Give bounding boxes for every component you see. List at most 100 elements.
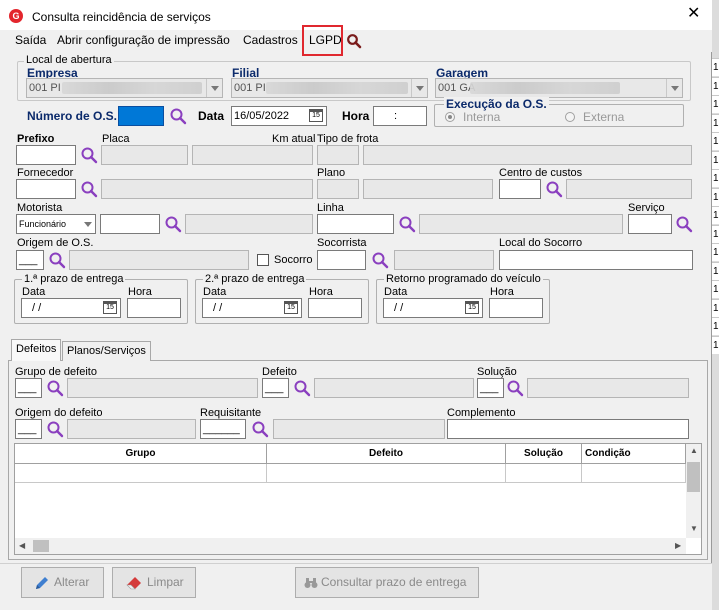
km-atual-input [192,145,313,165]
retorno-calendar-icon[interactable]: 15 [465,301,479,314]
garagem-redacted [470,82,620,94]
tipo-frota-label: Tipo de frota [317,133,379,145]
fornecedor-search-icon[interactable] [80,180,98,198]
scroll-right-icon[interactable]: ▶ [675,541,681,550]
socorrista-input[interactable] [317,250,366,270]
defeitos-grid: Grupo Defeito Solução Condição ▲ ▼ ◀ ▶ [14,443,702,555]
origem-os-label: Origem de O.S. [17,237,94,249]
origem-os-input[interactable]: ___ [16,250,44,270]
grid-cell-grupo[interactable] [15,464,267,483]
motorista-chevron-down-icon[interactable] [80,215,95,233]
retorno-hora-input[interactable] [489,298,543,318]
scroll-left-icon[interactable]: ◀ [19,541,25,550]
column-header-solucao[interactable]: Solução [506,444,582,464]
servico-label: Serviço [628,202,665,214]
numero-os-search-icon[interactable] [169,107,187,125]
background-row: 1 [712,317,719,335]
externa-radio[interactable] [565,112,575,122]
grid-cell-defeito[interactable] [267,464,506,483]
requisitante-desc-input [273,419,445,439]
filial-value: 001 PI [234,82,266,94]
linha-desc-input [419,214,623,234]
solucao-input[interactable]: ___ [477,378,504,398]
column-header-defeito[interactable]: Defeito [267,444,506,464]
column-header-condicao[interactable]: Condição [582,444,686,464]
servico-search-icon[interactable] [675,215,693,233]
centro-custos-search-icon[interactable] [545,180,563,198]
limpar-button[interactable]: Limpar [112,567,196,598]
grupo-defeito-input[interactable]: ___ [15,378,42,398]
grid-cell-condicao[interactable] [582,464,686,483]
tipo-frota-code-input [317,145,359,165]
background-row: 1 [712,206,719,224]
complemento-input[interactable] [447,419,689,439]
centro-custos-input[interactable] [499,179,541,199]
menu-saida[interactable]: Saída [15,33,46,47]
linha-input[interactable] [317,214,394,234]
prazo2-hora-label: Hora [309,286,333,298]
column-header-grupo[interactable]: Grupo [15,444,267,464]
origem-os-search-icon[interactable] [48,251,66,269]
consultar-prazo-button[interactable]: Consultar prazo de entrega [295,567,479,598]
solucao-search-icon[interactable] [506,379,524,397]
placa-label: Placa [102,133,130,145]
hora-label: Hora [342,109,370,123]
defeito-input[interactable]: ___ [262,378,289,398]
prazo1-hora-input[interactable] [127,298,181,318]
scroll-down-icon[interactable]: ▼ [690,524,698,533]
prefixo-input[interactable] [16,145,76,165]
motorista-search-icon[interactable] [164,215,182,233]
prefixo-label: Prefixo [17,133,55,145]
grid-hscroll-thumb[interactable] [33,540,49,552]
tab-planos-servicos[interactable]: Planos/Serviços [62,341,151,361]
consultar-prazo-label: Consultar prazo de entrega [321,575,467,589]
hora-input[interactable]: : [373,106,427,126]
grid-cell-solucao[interactable] [506,464,582,483]
fornecedor-input[interactable] [16,179,76,199]
servico-input[interactable] [628,214,672,234]
requisitante-search-icon[interactable] [251,420,269,438]
socorro-checkbox[interactable] [257,254,269,266]
menu-search-icon[interactable] [346,33,362,49]
linha-search-icon[interactable] [398,215,416,233]
prefixo-search-icon[interactable] [80,146,98,164]
numero-os-input[interactable] [118,106,164,126]
grid-horizontal-scrollbar[interactable] [15,538,686,554]
hora-value: : [394,110,398,122]
defeito-search-icon[interactable] [293,379,311,397]
grupo-defeito-search-icon[interactable] [46,379,64,397]
interna-radio[interactable] [445,112,455,122]
retorno-data-value: / / [394,302,404,314]
grid-scroll-thumb[interactable] [687,462,700,492]
centro-custos-desc-input [566,179,692,199]
centro-custos-label: Centro de custos [499,167,583,179]
origem-os-value: ___ [19,254,38,266]
background-row: 1 [712,76,719,95]
prazo1-calendar-icon[interactable]: 15 [103,301,117,314]
prazo2-calendar-icon[interactable]: 15 [284,301,298,314]
alterar-button[interactable]: Alterar [21,567,104,598]
plano-label: Plano [317,167,346,179]
socorrista-search-icon[interactable] [371,251,389,269]
origem-defeito-search-icon[interactable] [46,420,64,438]
close-icon[interactable]: ✕ [687,6,700,22]
requisitante-input[interactable]: ______ [200,419,246,439]
motorista-desc-input [185,214,313,234]
socorrista-label: Socorrista [317,237,367,249]
origem-defeito-input[interactable]: ___ [15,419,42,439]
scroll-up-icon[interactable]: ▲ [690,446,698,455]
prazo2-hora-input[interactable] [308,298,362,318]
menu-print-config[interactable]: Abrir configuração de impressão [57,33,230,47]
retorno-data-label: Data [384,286,408,298]
data-label: Data [198,109,225,123]
menu-cadastros[interactable]: Cadastros [243,33,298,47]
empresa-chevron-down-icon[interactable] [206,79,222,97]
background-row: 1 [712,335,719,354]
tab-defeitos[interactable]: Defeitos [11,339,61,361]
data-calendar-icon[interactable]: 15 [309,109,323,122]
motorista-input[interactable] [100,214,160,234]
filial-chevron-down-icon[interactable] [411,79,427,97]
data-value: 16/05/2022 [234,110,290,122]
local-socorro-input[interactable] [499,250,693,270]
garagem-chevron-down-icon[interactable] [666,79,682,97]
